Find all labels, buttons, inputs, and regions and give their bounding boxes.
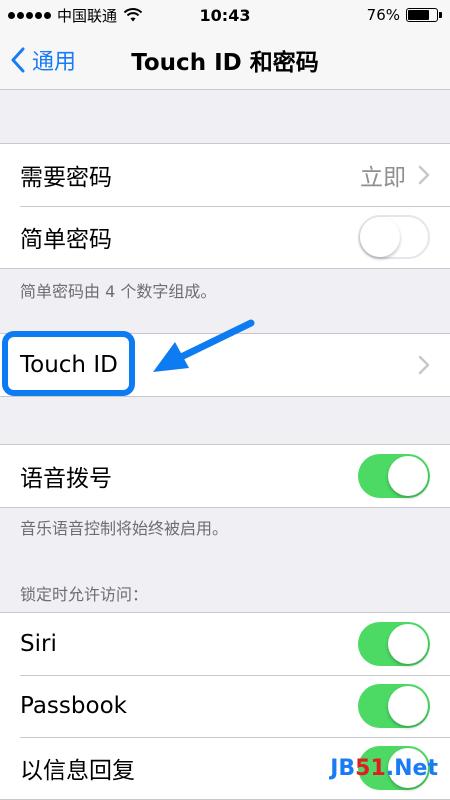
chevron-right-icon — [418, 355, 430, 375]
voice-dial-toggle[interactable] — [358, 454, 430, 498]
passcode-footer: 简单密码由 4 个数字组成。 — [20, 282, 217, 301]
passbook-row: Passbook — [0, 675, 450, 737]
passbook-label: Passbook — [20, 693, 127, 719]
siri-label: Siri — [20, 631, 57, 657]
siri-toggle[interactable] — [358, 622, 430, 666]
passcode-group: 需要密码 立即 简单密码 — [0, 143, 450, 269]
toggle-knob — [388, 624, 428, 664]
reply-message-toggle[interactable] — [358, 746, 430, 790]
toggle-knob — [388, 686, 428, 726]
navigation-bar: 通用 Touch ID 和密码 — [0, 30, 450, 90]
passbook-toggle[interactable] — [358, 684, 430, 728]
voice-dial-label: 语音拨号 — [20, 466, 112, 492]
simple-passcode-label: 简单密码 — [20, 227, 112, 253]
require-passcode-row[interactable]: 需要密码 立即 — [0, 144, 450, 206]
require-passcode-label: 需要密码 — [20, 165, 112, 191]
locked-access-header: 锁定时允许访问： — [20, 585, 149, 604]
back-button[interactable]: 通用 — [10, 30, 76, 90]
simple-passcode-toggle[interactable] — [358, 215, 430, 259]
toggle-knob — [388, 748, 428, 788]
signal-dots-icon — [8, 11, 51, 19]
status-right: 76% — [367, 6, 442, 24]
battery-percent: 76% — [366, 6, 400, 24]
battery-icon — [406, 8, 442, 22]
locked-access-group: Siri Passbook 以信息回复 — [0, 612, 450, 800]
chevron-right-icon — [418, 165, 430, 185]
touch-id-group: Touch ID — [0, 333, 450, 397]
status-bar: 中国联通 10:43 76% — [0, 0, 450, 30]
reply-message-label: 以信息回复 — [20, 758, 135, 784]
voice-dial-row: 语音拨号 — [0, 445, 450, 507]
touch-id-row[interactable]: Touch ID — [0, 334, 450, 396]
chevron-left-icon — [11, 47, 25, 73]
voice-dial-footer: 音乐语音控制将始终被启用。 — [20, 519, 229, 538]
siri-row: Siri — [0, 613, 450, 675]
toggle-knob — [388, 456, 428, 496]
carrier-name: 中国联通 — [57, 6, 118, 25]
simple-passcode-row: 简单密码 — [0, 206, 450, 268]
touch-id-label: Touch ID — [20, 352, 118, 378]
toggle-knob — [360, 217, 400, 257]
back-label: 通用 — [32, 50, 77, 75]
require-passcode-value: 立即 — [360, 165, 406, 191]
reply-message-row: 以信息回复 — [0, 737, 450, 799]
status-left: 中国联通 — [8, 5, 143, 26]
wifi-icon — [123, 8, 143, 22]
voice-dial-group: 语音拨号 — [0, 444, 450, 508]
